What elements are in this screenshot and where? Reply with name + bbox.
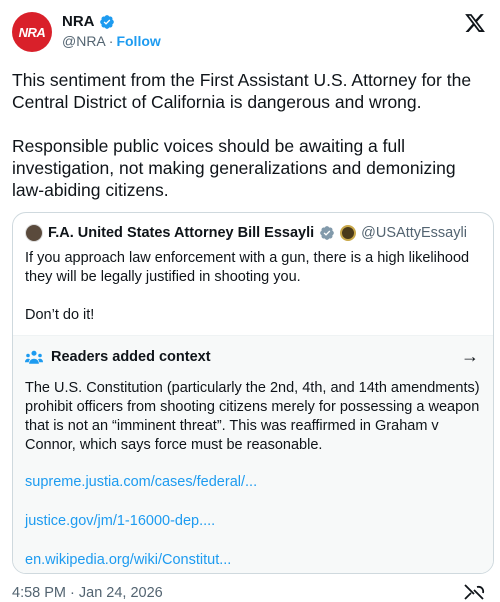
readers-context-icon — [25, 350, 43, 364]
tweet-card: NRA NRA @NRA · Follow This sentiment fro… — [0, 0, 500, 602]
quoted-paragraph: Don’t do it! — [25, 307, 95, 323]
community-note-title: Readers added context — [51, 349, 211, 365]
note-source-link[interactable]: justice.gov/jm/1-16000-dep.... — [25, 513, 215, 529]
author-handle[interactable]: @NRA — [62, 33, 106, 49]
nra-avatar[interactable]: NRA — [12, 12, 52, 52]
note-source-link[interactable]: supreme.justia.com/cases/federal/... — [25, 474, 257, 490]
community-note[interactable]: Readers added context → The U.S. Constit… — [13, 335, 493, 573]
tweet-paragraph: Responsible public voices should be awai… — [12, 136, 456, 200]
quoted-author-row: F.A. United States Attorney Bill Essayli… — [25, 224, 467, 242]
quoted-author-name: F.A. United States Attorney Bill Essayli — [48, 225, 315, 241]
author-display-name[interactable]: NRA — [62, 13, 95, 30]
quoted-author-avatar — [25, 224, 43, 242]
verified-badge-icon — [320, 226, 335, 240]
separator-dot: · — [108, 33, 114, 49]
community-note-text: The U.S. Constitution (particularly the … — [25, 380, 480, 453]
note-source-link[interactable]: en.wikipedia.org/wiki/Constitut... — [25, 552, 231, 568]
x-logo-icon[interactable] — [464, 12, 486, 34]
quoted-paragraph: If you approach law enforcement with a g… — [25, 250, 470, 285]
quoted-author-handle: @USAttyEssayli — [361, 225, 467, 241]
tweet-paragraph: This sentiment from the First Assistant … — [12, 70, 472, 112]
grok-icon[interactable] — [462, 583, 486, 601]
doj-seal-icon — [340, 225, 357, 241]
tweet-timestamp[interactable]: 4:58 PM · Jan 24, 2026 — [12, 585, 163, 601]
community-note-header: Readers added context — [25, 349, 211, 365]
follow-button[interactable]: Follow — [116, 33, 160, 49]
author-handle-row: @NRA · Follow — [62, 33, 161, 49]
tweet-text: This sentiment from the First Assistant … — [12, 69, 492, 223]
author-name-row: NRA — [62, 13, 115, 30]
quoted-tweet[interactable]: F.A. United States Attorney Bill Essayli… — [12, 212, 494, 574]
avatar-logo-text: NRA — [18, 24, 46, 40]
quoted-tweet-text: If you approach law enforcement with a g… — [25, 249, 480, 344]
verified-badge-icon — [99, 14, 114, 29]
arrow-right-icon[interactable]: → — [461, 346, 479, 367]
